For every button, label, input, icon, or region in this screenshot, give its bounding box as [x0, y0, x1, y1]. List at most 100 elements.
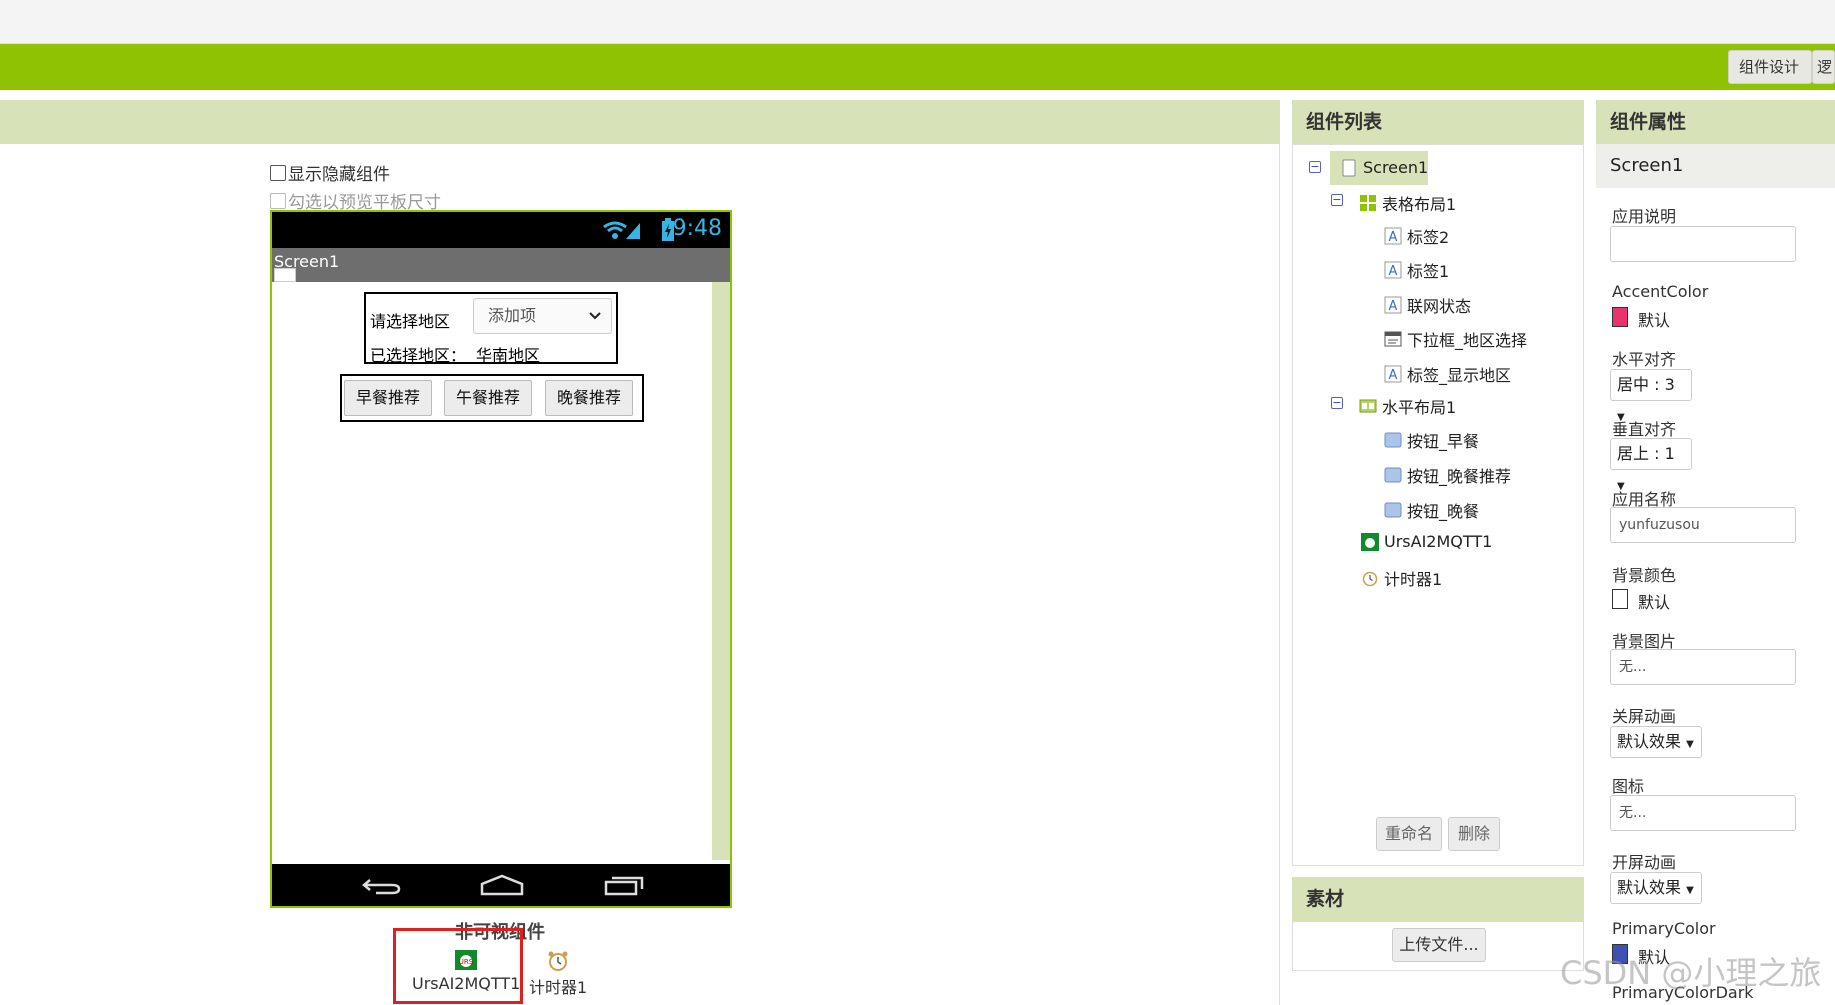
label-1: 已选择地区： — [370, 346, 467, 365]
collapse-toggle[interactable]: − — [1331, 397, 1343, 409]
home-icon — [480, 874, 524, 896]
viewer-header — [0, 100, 1280, 144]
region-display-label: 华南地区 — [476, 346, 541, 365]
bgcolor-value[interactable]: 默认 — [1638, 589, 1670, 613]
dinner-button[interactable]: 晚餐推荐 — [545, 380, 633, 416]
breakfast-button[interactable]: 早餐推荐 — [344, 380, 432, 416]
accent-color-swatch[interactable] — [1612, 307, 1628, 327]
label-icon: A — [1384, 296, 1402, 314]
tree-label: 按钮_早餐 — [1407, 432, 1480, 451]
label-2: 请选择地区 — [370, 312, 451, 331]
tree-label: 标签_显示地区 — [1407, 366, 1512, 385]
icon-input[interactable]: 无... — [1610, 795, 1796, 831]
bgcolor-swatch[interactable] — [1612, 589, 1628, 609]
delete-button[interactable]: 删除 — [1448, 817, 1500, 851]
screen-icon — [1342, 159, 1356, 176]
primary-color-label: PrimaryColor — [1612, 919, 1716, 938]
tree-item-label1[interactable]: A 标签1 — [1384, 258, 1449, 282]
tree-item-horizontal-layout[interactable]: 水平布局1 — [1359, 394, 1456, 418]
designer-button[interactable]: 组件设计 — [1728, 50, 1812, 84]
media-title: 素材 — [1306, 888, 1345, 910]
properties-header: 组件属性 — [1596, 100, 1835, 144]
halign-label: 水平对齐 — [1612, 350, 1677, 369]
bgcolor-label: 背景颜色 — [1612, 566, 1677, 585]
tree-label: UrsAI2MQTT1 — [1384, 532, 1493, 551]
highlight-box — [393, 928, 523, 1004]
halign-select[interactable]: 居中 : 3 ▼ — [1610, 369, 1692, 423]
tree-item-screen1[interactable]: Screen1 — [1340, 158, 1428, 177]
tree-label: 联网状态 — [1407, 297, 1472, 316]
collapse-toggle[interactable]: − — [1331, 194, 1343, 206]
tree-item-dinner-button[interactable]: 按钮_晚餐 — [1384, 498, 1479, 522]
blocks-button[interactable]: 逻 — [1812, 50, 1835, 84]
tree-item-region-dropdown[interactable]: 下拉框_地区选择 — [1384, 327, 1527, 351]
properties-title: 组件属性 — [1610, 111, 1687, 133]
components-header: 组件列表 — [1292, 100, 1584, 144]
svg-text:A: A — [1389, 264, 1398, 279]
close-anim-value: 默认效果 — [1617, 732, 1682, 751]
horizontal-layout[interactable]: 早餐推荐 午餐推荐 晚餐推荐 — [340, 374, 644, 422]
rename-button[interactable]: 重命名 — [1376, 817, 1442, 851]
tree-item-table-layout[interactable]: 表格布局1 — [1359, 191, 1456, 215]
lunch-button[interactable]: 午餐推荐 — [444, 380, 532, 416]
back-icon — [362, 879, 401, 895]
nonvisible-clock[interactable]: 计时器1 — [529, 950, 587, 998]
open-anim-label: 开屏动画 — [1612, 853, 1677, 872]
valign-label: 垂直对齐 — [1612, 420, 1677, 439]
show-hidden-checkbox[interactable]: 显示隐藏组件 — [270, 160, 390, 185]
tree-item-breakfast-button[interactable]: 按钮_早餐 — [1384, 428, 1479, 452]
table-layout[interactable]: 请选择地区 添加项 已选择地区： 华南地区 — [364, 292, 618, 365]
recents-icon — [604, 876, 644, 896]
tree-item-mqtt[interactable]: UrsAI2MQTT1 — [1361, 532, 1492, 551]
phone-preview: 9:48 Screen1 请选择地区 添加项 已选择地区： 华南地区 早餐推荐 … — [270, 210, 732, 908]
valign-select[interactable]: 居上 : 1 ▼ — [1610, 438, 1692, 492]
tree-item-region-label[interactable]: A 标签_显示地区 — [1384, 362, 1511, 386]
tree-label: 表格布局1 — [1382, 195, 1457, 214]
region-dropdown[interactable]: 添加项 — [473, 298, 612, 334]
upload-file-button[interactable]: 上传文件... — [1392, 928, 1486, 962]
open-anim-value: 默认效果 — [1617, 878, 1682, 897]
nonvisible-clock-label: 计时器1 — [529, 978, 588, 997]
collapse-toggle[interactable]: − — [1309, 161, 1321, 173]
tree-item-network-status[interactable]: A 联网状态 — [1384, 293, 1471, 317]
nav-bar — [272, 864, 730, 906]
checkbox-box[interactable] — [270, 164, 286, 181]
screen-title-bar: Screen1 — [272, 248, 730, 282]
show-hidden-label: 显示隐藏组件 — [288, 165, 390, 185]
close-anim-label: 关屏动画 — [1612, 707, 1677, 726]
checkbox-box[interactable] — [270, 192, 286, 209]
app-desc-label: 应用说明 — [1612, 207, 1677, 226]
tree-label: 标签1 — [1407, 262, 1450, 281]
green-toolbar — [0, 44, 1835, 90]
tree-item-label2[interactable]: A 标签2 — [1384, 224, 1449, 248]
tree-item-clock[interactable]: 计时器1 — [1361, 566, 1442, 590]
top-menu-bar — [0, 0, 1835, 44]
clock-icon — [548, 951, 568, 971]
svg-text:A: A — [1389, 368, 1398, 383]
table-layout-icon — [1360, 195, 1376, 211]
signal-icon — [603, 221, 640, 239]
tree-label: 下拉框_地区选择 — [1407, 331, 1528, 350]
caret-icon: ▼ — [1686, 885, 1694, 896]
dropdown-value: 添加项 — [488, 306, 537, 325]
tree-label: Screen1 — [1363, 158, 1429, 177]
icon-label: 图标 — [1612, 777, 1645, 796]
tree-label: 标签2 — [1407, 228, 1450, 247]
accent-color-value[interactable]: 默认 — [1638, 307, 1670, 331]
button-icon — [1384, 502, 1402, 518]
watermark: CSDN @小理之旅 — [1560, 954, 1822, 992]
app-desc-textarea[interactable] — [1610, 226, 1796, 262]
open-anim-select[interactable]: 默认效果 ▼ — [1610, 872, 1702, 904]
status-time: 9:48 — [672, 216, 722, 241]
button-icon — [1384, 432, 1402, 448]
svg-text:A: A — [1389, 230, 1398, 245]
tree-label: 按钮_晚餐 — [1407, 502, 1480, 521]
mqtt-icon — [1361, 532, 1379, 551]
close-anim-select[interactable]: 默认效果 ▼ — [1610, 726, 1702, 758]
tree-item-dinner-recommend-button[interactable]: 按钮_晚餐推荐 — [1384, 463, 1511, 487]
label-icon: A — [1384, 365, 1402, 383]
app-name-input[interactable]: yunfuzusou — [1610, 507, 1796, 543]
bgimage-input[interactable]: 无... — [1610, 649, 1796, 685]
caret-icon: ▼ — [1686, 739, 1694, 750]
tree-label: 计时器1 — [1384, 570, 1443, 589]
